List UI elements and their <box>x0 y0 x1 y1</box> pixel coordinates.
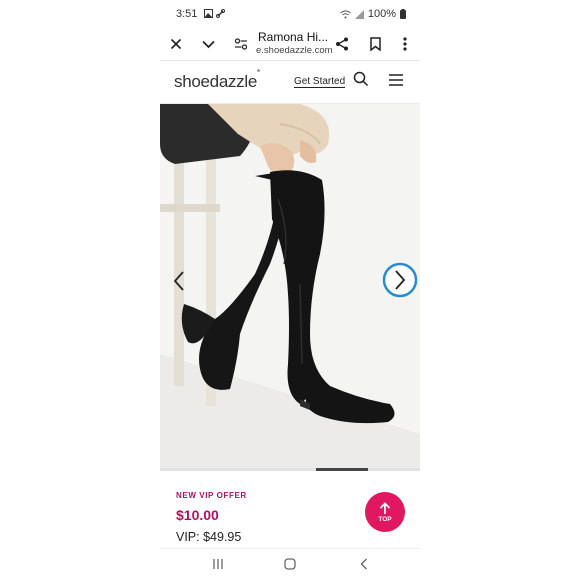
wifi-icon <box>340 10 351 18</box>
vip-price: VIP: $49.95 <box>176 530 242 544</box>
offer-price: $10.00 <box>176 507 219 523</box>
signal-icon <box>354 9 364 19</box>
logo-mark: * <box>257 68 260 78</box>
search-icon[interactable] <box>353 71 369 92</box>
logo-text: shoedazzle <box>174 72 258 91</box>
page-title[interactable]: Ramona Hi... <box>258 30 328 44</box>
more-vert-icon[interactable] <box>395 34 415 54</box>
battery-percent: 100% <box>367 8 396 20</box>
status-right: 100% <box>340 8 406 20</box>
hamburger-menu-icon[interactable] <box>388 73 404 92</box>
page-domain[interactable]: e.shoedazzle.com <box>256 45 333 56</box>
arrow-up-icon <box>379 501 391 514</box>
link-notification-icon <box>216 9 225 18</box>
system-nav-bar <box>160 548 420 580</box>
battery-icon <box>400 9 406 19</box>
recent-apps-icon[interactable] <box>212 557 224 575</box>
page-settings-icon[interactable] <box>231 34 251 54</box>
product-image-carousel[interactable] <box>160 104 420 468</box>
carousel-progress-fill <box>316 468 368 471</box>
gallery-notification-icon <box>204 9 213 18</box>
back-icon[interactable] <box>360 557 368 575</box>
notification-icons <box>204 9 225 18</box>
status-time: 3:51 <box>176 8 198 20</box>
scroll-top-button[interactable]: TOP <box>365 492 405 532</box>
product-photo <box>160 104 420 468</box>
bookmark-icon[interactable] <box>365 34 385 54</box>
phone-screen: 3:51 100% Ramona Hi... e.shoedazzle.com <box>160 0 420 580</box>
scroll-top-label: TOP <box>378 515 392 523</box>
status-bar: 3:51 100% <box>160 0 420 28</box>
browser-toolbar: Ramona Hi... e.shoedazzle.com <box>160 28 420 61</box>
carousel-progress <box>160 468 420 471</box>
shoedazzle-logo[interactable]: shoedazzle* <box>174 68 260 92</box>
chevron-down-icon[interactable] <box>198 34 218 54</box>
offer-label: NEW VIP OFFER <box>176 491 247 500</box>
site-header: shoedazzle* Get Started <box>160 61 420 104</box>
chevron-left-icon[interactable] <box>172 270 186 297</box>
get-started-link[interactable]: Get Started <box>294 76 346 88</box>
close-icon[interactable] <box>166 34 186 54</box>
chevron-right-icon[interactable] <box>382 262 418 303</box>
share-icon[interactable] <box>332 34 352 54</box>
home-icon[interactable] <box>284 557 296 575</box>
